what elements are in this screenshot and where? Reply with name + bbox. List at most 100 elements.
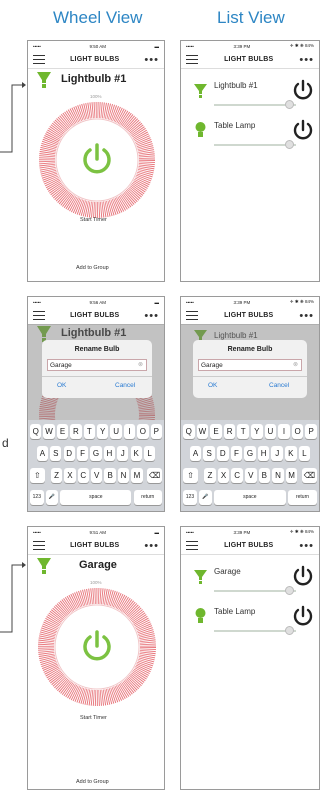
- key-m[interactable]: M: [285, 468, 298, 483]
- brightness-slider[interactable]: [214, 630, 296, 632]
- key-u[interactable]: U: [264, 424, 277, 439]
- power-button-icon[interactable]: [81, 630, 113, 664]
- more-options-icon[interactable]: •••: [299, 540, 314, 551]
- key-r[interactable]: R: [70, 424, 82, 439]
- hamburger-menu-icon[interactable]: [186, 55, 198, 64]
- key-z[interactable]: Z: [204, 468, 216, 483]
- start-timer-button[interactable]: Start Timer: [80, 715, 107, 721]
- key-w[interactable]: W: [43, 424, 55, 439]
- power-toggle-icon[interactable]: [292, 79, 314, 101]
- key-i[interactable]: I: [278, 424, 290, 439]
- key-n[interactable]: N: [272, 468, 284, 483]
- power-button-icon[interactable]: [81, 143, 113, 177]
- key-x[interactable]: X: [64, 468, 76, 483]
- list-item[interactable]: Table Lamp: [181, 601, 319, 641]
- key-v[interactable]: V: [244, 468, 257, 483]
- key-x[interactable]: X: [217, 468, 230, 483]
- slider-knob[interactable]: [285, 626, 294, 635]
- key-o[interactable]: O: [137, 424, 149, 439]
- key-y[interactable]: Y: [251, 424, 263, 439]
- numbers-key[interactable]: 123: [30, 490, 44, 505]
- key-b[interactable]: B: [104, 468, 116, 483]
- key-r[interactable]: R: [223, 424, 236, 439]
- space-key[interactable]: space: [60, 490, 132, 505]
- shift-key-icon[interactable]: ⇧: [183, 468, 199, 483]
- bulb-name[interactable]: Garage: [79, 559, 117, 571]
- key-a[interactable]: A: [189, 446, 202, 461]
- key-j[interactable]: J: [271, 446, 283, 461]
- key-n[interactable]: N: [117, 468, 130, 483]
- key-l[interactable]: L: [143, 446, 156, 461]
- key-f[interactable]: F: [76, 446, 89, 461]
- power-toggle-icon[interactable]: [292, 605, 314, 627]
- more-options-icon[interactable]: •••: [299, 54, 314, 65]
- key-h[interactable]: H: [103, 446, 116, 461]
- key-k[interactable]: K: [130, 446, 142, 461]
- key-s[interactable]: S: [203, 446, 215, 461]
- backspace-key-icon[interactable]: ⌫: [147, 468, 162, 483]
- brightness-slider[interactable]: [214, 144, 296, 146]
- list-item[interactable]: Garage: [181, 561, 319, 601]
- power-toggle-icon[interactable]: [292, 119, 314, 141]
- rename-input[interactable]: Garage: [47, 359, 147, 371]
- key-s[interactable]: S: [50, 446, 62, 461]
- list-item[interactable]: Table Lamp: [181, 115, 319, 155]
- slider-knob[interactable]: [285, 140, 294, 149]
- key-u[interactable]: U: [110, 424, 122, 439]
- key-e[interactable]: E: [56, 424, 69, 439]
- numbers-key[interactable]: 123: [183, 490, 197, 505]
- clear-input-icon[interactable]: ⊗: [138, 361, 143, 368]
- key-p[interactable]: P: [305, 424, 317, 439]
- more-options-icon[interactable]: •••: [144, 310, 159, 321]
- key-v[interactable]: V: [91, 468, 103, 483]
- start-timer-button[interactable]: Start Timer: [80, 217, 107, 223]
- bulb-name[interactable]: Lightbulb #1: [61, 73, 126, 85]
- more-options-icon[interactable]: •••: [299, 310, 314, 321]
- slider-knob[interactable]: [285, 100, 294, 109]
- hamburger-menu-icon[interactable]: [186, 541, 198, 550]
- brightness-slider[interactable]: [214, 104, 296, 106]
- key-c[interactable]: C: [77, 468, 90, 483]
- key-e[interactable]: E: [210, 424, 222, 439]
- microphone-key-icon[interactable]: 🎤: [45, 490, 59, 505]
- key-d[interactable]: D: [217, 446, 229, 461]
- hamburger-menu-icon[interactable]: [186, 311, 198, 320]
- key-q[interactable]: Q: [183, 424, 195, 439]
- key-y[interactable]: Y: [97, 424, 109, 439]
- key-m[interactable]: M: [131, 468, 143, 483]
- ok-button[interactable]: OK: [208, 382, 217, 389]
- clear-input-icon[interactable]: ⊗: [293, 361, 298, 368]
- key-h[interactable]: H: [257, 446, 270, 461]
- rename-input[interactable]: Garage: [198, 359, 302, 371]
- key-j[interactable]: J: [117, 446, 129, 461]
- brightness-slider[interactable]: [214, 590, 296, 592]
- ok-button[interactable]: OK: [57, 382, 66, 389]
- add-to-group-button[interactable]: Add to Group: [76, 265, 109, 271]
- key-g[interactable]: G: [90, 446, 102, 461]
- cancel-button[interactable]: Cancel: [115, 382, 135, 389]
- cancel-button[interactable]: Cancel: [269, 382, 289, 389]
- more-options-icon[interactable]: •••: [144, 54, 159, 65]
- key-q[interactable]: Q: [30, 424, 42, 439]
- hamburger-menu-icon[interactable]: [33, 541, 45, 550]
- key-o[interactable]: O: [291, 424, 304, 439]
- key-d[interactable]: D: [63, 446, 75, 461]
- key-t[interactable]: T: [237, 424, 249, 439]
- key-t[interactable]: T: [83, 424, 95, 439]
- return-key[interactable]: return: [288, 490, 317, 505]
- key-g[interactable]: G: [244, 446, 256, 461]
- key-c[interactable]: C: [231, 468, 243, 483]
- return-key[interactable]: return: [133, 490, 162, 505]
- hamburger-menu-icon[interactable]: [33, 311, 45, 320]
- key-i[interactable]: I: [123, 424, 136, 439]
- key-p[interactable]: P: [150, 424, 162, 439]
- key-a[interactable]: A: [36, 446, 49, 461]
- key-l[interactable]: L: [298, 446, 311, 461]
- add-to-group-button[interactable]: Add to Group: [76, 779, 109, 785]
- key-f[interactable]: F: [230, 446, 243, 461]
- shift-key-icon[interactable]: ⇧: [30, 468, 45, 483]
- list-item[interactable]: Lightbulb #1: [181, 75, 319, 115]
- key-b[interactable]: B: [258, 468, 271, 483]
- space-key[interactable]: space: [213, 490, 286, 505]
- hamburger-menu-icon[interactable]: [33, 55, 45, 64]
